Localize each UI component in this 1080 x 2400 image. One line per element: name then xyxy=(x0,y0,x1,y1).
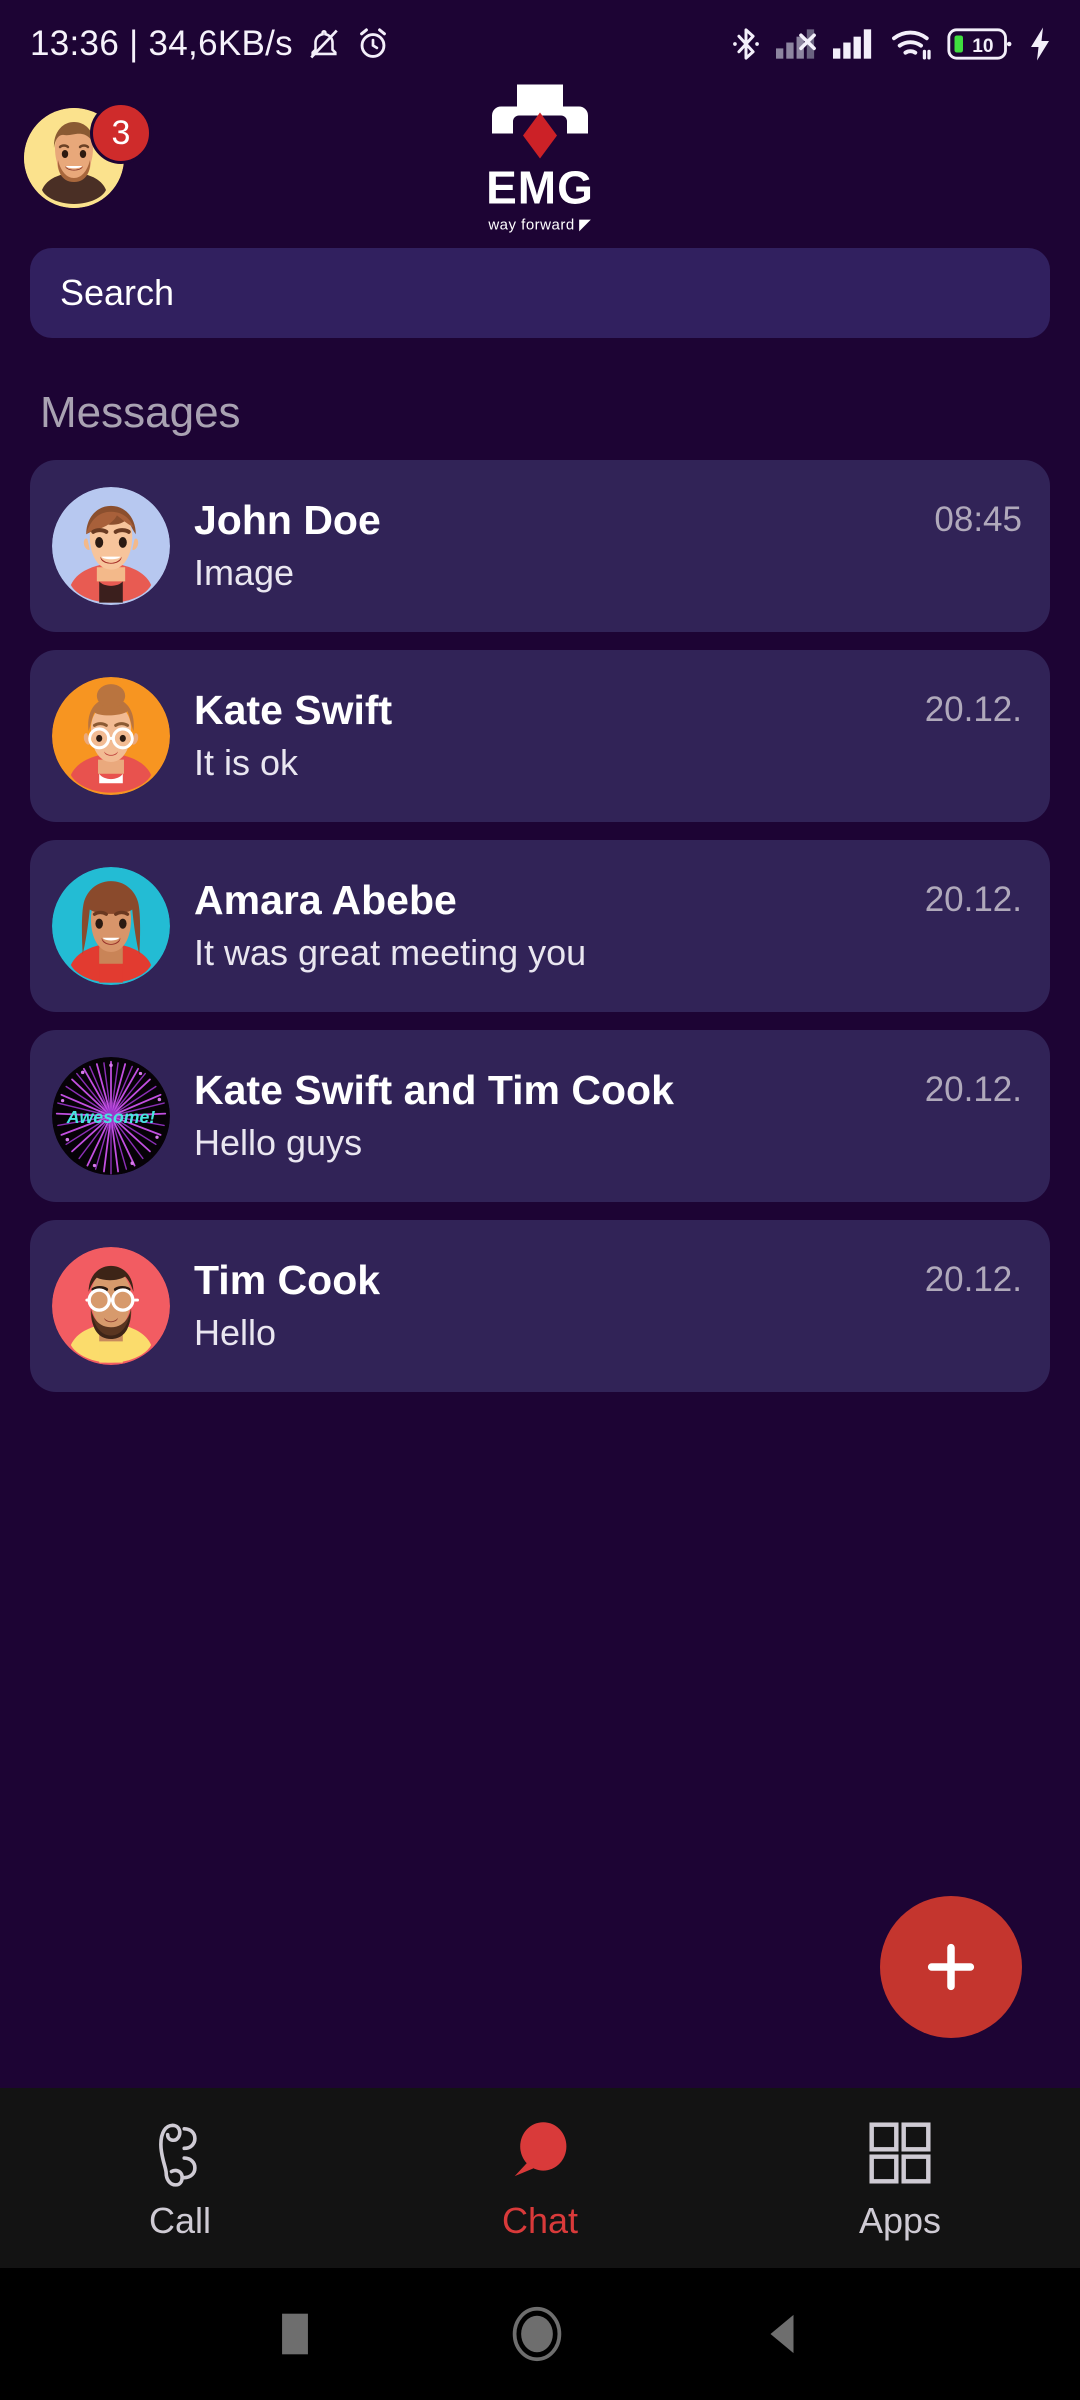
nav-label-apps: Apps xyxy=(858,2200,942,2241)
group-fireworks-avatar: Awesome! xyxy=(52,1057,170,1175)
nav-item-apps[interactable]: Apps xyxy=(720,2088,1080,2268)
chat-list-item[interactable]: Awesome! Kate Swift and Tim Cook Hello g… xyxy=(30,1030,1050,1202)
chat-name: John Doe xyxy=(194,496,381,543)
bell-mute-icon xyxy=(310,29,338,59)
chat-name: Kate Swift and Tim Cook xyxy=(194,1066,674,1113)
chat-time: 20.12. xyxy=(924,1260,1022,1299)
profile-button[interactable]: 3 xyxy=(24,102,152,214)
amara-abebe-avatar xyxy=(52,867,170,985)
alarm-clock-icon xyxy=(360,28,386,58)
chat-time: 08:45 xyxy=(934,500,1022,539)
chat-name: Kate Swift xyxy=(194,686,393,733)
search-section xyxy=(0,228,1080,338)
status-bar: 13:36 | 34,6KB/s 10 xyxy=(0,0,1080,88)
chat-preview: It was great meeting you xyxy=(194,932,587,974)
chat-list-item[interactable]: John Doe Image 08:45 xyxy=(30,460,1050,632)
emg-logo-mark xyxy=(492,84,588,159)
search-box[interactable] xyxy=(30,248,1050,338)
john-doe-avatar xyxy=(52,487,170,605)
chat-time: 20.12. xyxy=(924,1070,1022,1109)
status-bar-left: 13:36 | 34,6KB/s xyxy=(30,24,391,64)
chat-time: 20.12. xyxy=(924,880,1022,919)
chat-name: Tim Cook xyxy=(194,1256,381,1303)
chat-text-block: Amara Abebe It was great meeting you xyxy=(194,877,909,975)
chat-text-block: Kate Swift It is ok xyxy=(194,687,909,785)
emg-logo-text: EMG xyxy=(486,161,594,214)
kate-swift-avatar xyxy=(52,677,170,795)
recents-square-icon[interactable] xyxy=(278,2310,312,2358)
chat-text-block: Tim Cook Hello xyxy=(194,1257,909,1355)
grid-icon xyxy=(868,2114,932,2192)
phone-icon xyxy=(149,2114,211,2192)
nav-label-chat: Chat xyxy=(501,2200,579,2241)
chat-list-item[interactable]: Tim Cook Hello 20.12. xyxy=(30,1220,1050,1392)
svg-text:10: 10 xyxy=(972,36,993,57)
tim-cook-avatar xyxy=(52,1247,170,1365)
svg-text:Awesome!: Awesome! xyxy=(66,1107,156,1127)
android-navigation-bar xyxy=(0,2268,1080,2400)
chat-list-item[interactable]: Kate Swift It is ok 20.12. xyxy=(30,650,1050,822)
chat-name: Amara Abebe xyxy=(194,876,457,923)
bottom-navigation: Call Chat Apps xyxy=(0,2088,1080,2268)
emg-logo: EMG way forward xyxy=(440,83,640,234)
chat-list-item[interactable]: Amara Abebe It was great meeting you 20.… xyxy=(30,840,1050,1012)
app-header: 3 EMG way forward xyxy=(0,84,1080,234)
chat-preview: It is ok xyxy=(194,742,299,784)
battery-icon: 10 xyxy=(947,28,1012,60)
bluetooth-icon xyxy=(733,28,759,60)
chat-text-block: Kate Swift and Tim Cook Hello guys xyxy=(194,1067,909,1165)
chat-preview: Hello guys xyxy=(194,1122,363,1164)
back-triangle-icon[interactable] xyxy=(762,2311,802,2357)
plus-icon xyxy=(927,1943,975,1991)
chat-text-block: John Doe Image xyxy=(194,497,918,595)
messages-section-title: Messages xyxy=(40,388,241,437)
status-bar-right: 10 xyxy=(729,25,1054,63)
home-circle-icon[interactable] xyxy=(509,2306,565,2362)
chat-preview: Hello xyxy=(194,1312,277,1354)
nav-item-chat[interactable]: Chat xyxy=(360,2088,720,2268)
emg-tagline-text: way forward xyxy=(488,216,575,234)
nav-label-call: Call xyxy=(148,2200,211,2241)
sim-no-signal-icon xyxy=(776,29,816,59)
status-clock-network: 13:36 | 34,6KB/s xyxy=(30,24,293,63)
charging-bolt-icon xyxy=(1031,27,1049,61)
tagline-triangle-icon xyxy=(578,219,591,231)
app-screen: 13:36 | 34,6KB/s 10 3 EMG way forward Se… xyxy=(0,0,1080,2400)
wifi-icon xyxy=(892,30,931,60)
search-input[interactable] xyxy=(60,272,1020,314)
emg-logo-tagline: way forward xyxy=(488,217,591,234)
chat-list: John Doe Image 08:45 Kate Swift It is ok… xyxy=(0,460,1080,2088)
speech-bubble-icon xyxy=(507,2114,573,2192)
new-chat-fab[interactable] xyxy=(880,1896,1022,2038)
cellular-signal-icon xyxy=(833,29,872,59)
chat-preview: Image xyxy=(194,552,295,594)
chat-time: 20.12. xyxy=(924,690,1022,729)
unread-badge: 3 xyxy=(90,102,152,164)
nav-item-call[interactable]: Call xyxy=(0,2088,360,2268)
